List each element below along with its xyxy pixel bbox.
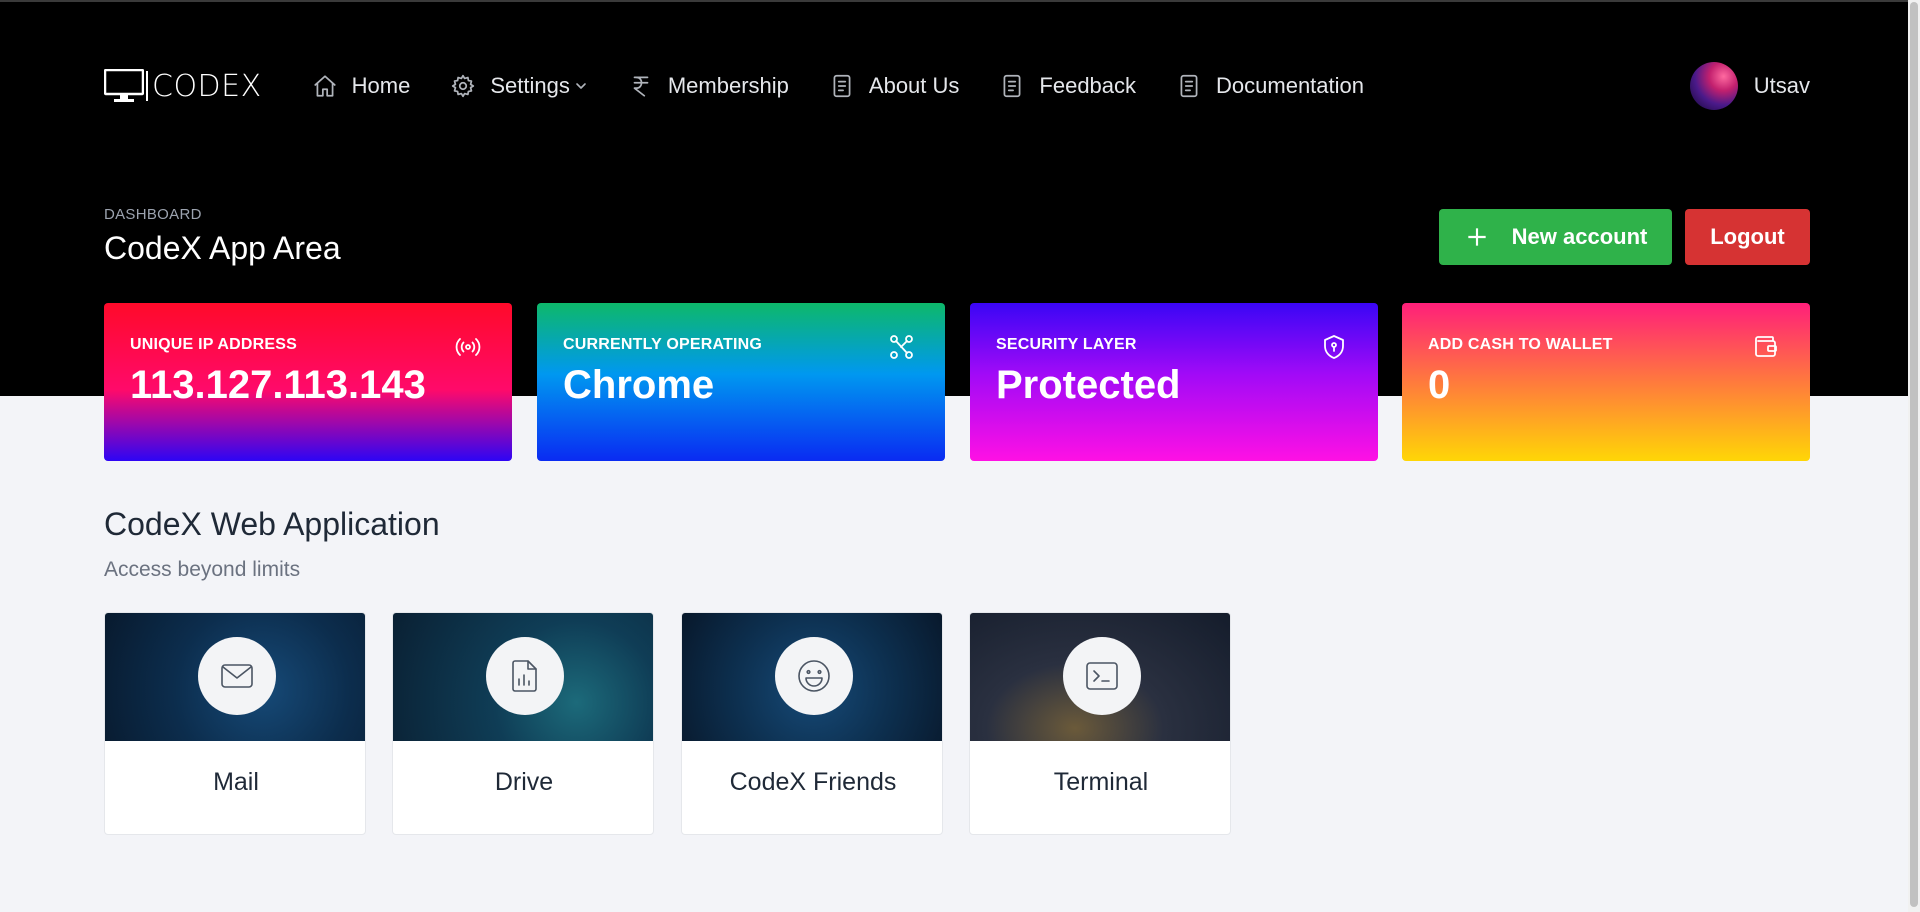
app-tile-mail[interactable]: Mail	[104, 612, 366, 835]
monitor-icon	[104, 69, 144, 102]
wallet-icon	[1755, 336, 1777, 357]
gear-icon	[452, 74, 475, 98]
scrollbar-thumb[interactable]	[1910, 2, 1918, 907]
logout-button[interactable]: Logout	[1685, 209, 1810, 265]
app-tile-drive[interactable]: Drive	[392, 612, 654, 835]
stat-card-operating: CURRENTLY OPERATING Chrome	[537, 303, 945, 461]
nav-item-documentation[interactable]: Documentation	[1176, 73, 1364, 99]
breadcrumb: DASHBOARD	[104, 206, 202, 223]
stat-value: Protected	[996, 363, 1181, 407]
tile-icon-circle	[1063, 637, 1141, 715]
nav-item-label: Settings	[490, 73, 570, 98]
stat-label: UNIQUE IP ADDRESS	[130, 336, 297, 353]
stat-label: SECURITY LAYER	[996, 336, 1137, 353]
nav-item-about-us[interactable]: About Us	[829, 73, 960, 99]
document-icon	[1180, 74, 1198, 98]
mail-icon	[221, 664, 253, 688]
nav-item-feedback[interactable]: Feedback	[999, 73, 1136, 99]
stat-value: Chrome	[563, 363, 715, 407]
stat-card-wallet[interactable]: ADD CASH TO WALLET 0	[1402, 303, 1810, 461]
tile-icon-circle	[198, 637, 276, 715]
logo-divider	[146, 71, 148, 101]
broadcast-icon	[455, 338, 481, 356]
home-icon	[314, 75, 336, 97]
tile-label: Mail	[213, 768, 259, 796]
nav-item-settings[interactable]: Settings	[450, 73, 588, 99]
tile-icon-circle	[486, 637, 564, 715]
new-account-label: New account	[1511, 224, 1648, 249]
nav-item-label: Documentation	[1216, 73, 1365, 98]
nav-item-home[interactable]: Home	[312, 73, 411, 99]
tile-label: Terminal	[1053, 768, 1149, 796]
rupee-icon	[633, 76, 649, 97]
nav-item-label: Home	[351, 73, 411, 98]
navbar: CODEX Home Settings Membership About Us …	[104, 62, 1810, 110]
vertical-scrollbar[interactable]	[1908, 0, 1920, 912]
section-title: CodeX Web Application	[104, 506, 440, 542]
main-nav: Home Settings Membership About Us Feedba…	[312, 73, 1404, 99]
file-chart-icon	[512, 660, 537, 692]
brand-name: CODEX	[152, 68, 262, 104]
user-menu[interactable]: Utsav	[1689, 62, 1810, 110]
nav-item-label: Membership	[667, 73, 789, 98]
document-icon	[833, 74, 851, 98]
nav-item-label: Feedback	[1039, 73, 1137, 98]
stat-card-security: SECURITY LAYER Protected	[970, 303, 1378, 461]
network-icon	[890, 335, 913, 359]
stat-value: 113.127.113.143	[130, 363, 426, 407]
logout-label: Logout	[1710, 224, 1785, 249]
app-tile-codex-friends[interactable]: CodeX Friends	[681, 612, 943, 835]
terminal-icon	[1086, 662, 1118, 690]
window-top-border	[0, 0, 1920, 2]
nav-item-label: About Us	[868, 73, 960, 98]
app-tile-terminal[interactable]: Terminal	[969, 612, 1231, 835]
stat-card-ip-address: UNIQUE IP ADDRESS 113.127.113.143	[104, 303, 512, 461]
tile-icon-circle	[775, 637, 853, 715]
shield-icon	[1324, 335, 1344, 359]
stat-label: ADD CASH TO WALLET	[1428, 336, 1613, 353]
nav-item-membership[interactable]: Membership	[628, 73, 789, 99]
user-name: Utsav	[1753, 73, 1810, 98]
document-icon	[1003, 74, 1021, 98]
tile-label: Drive	[494, 768, 554, 796]
section-subtitle: Access beyond limits	[104, 558, 301, 581]
tile-label: CodeX Friends	[729, 768, 897, 796]
brand-logo[interactable]: CODEX	[104, 69, 262, 104]
chevron-down-icon	[576, 83, 586, 89]
new-account-button[interactable]: New account	[1439, 209, 1672, 265]
page-title: CodeX App Area	[104, 230, 341, 266]
avatar[interactable]	[1689, 62, 1738, 110]
stat-value: 0	[1428, 363, 1451, 407]
stat-label: CURRENTLY OPERATING	[563, 336, 763, 353]
smile-icon	[798, 660, 830, 692]
plus-icon	[1467, 228, 1486, 246]
